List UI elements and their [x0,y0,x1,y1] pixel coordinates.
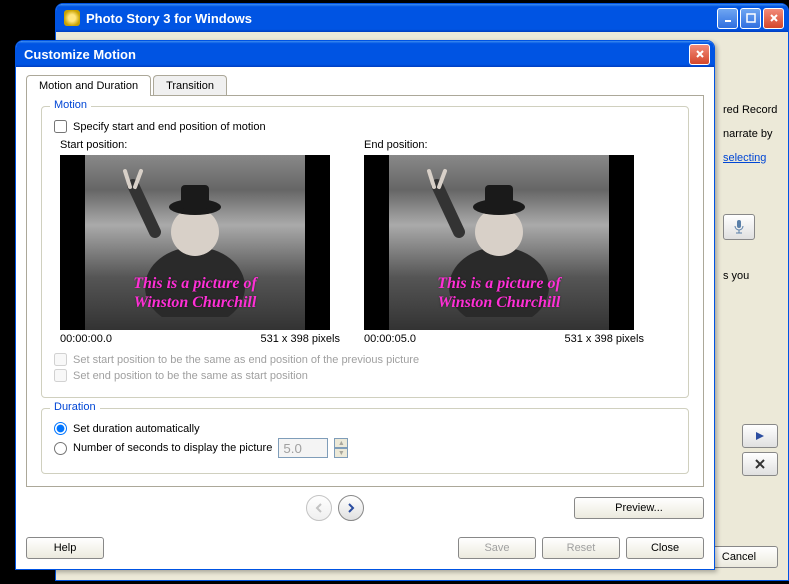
end-thumbnail: This is a picture of Winston Churchill [364,155,634,330]
prev-picture-button [306,495,332,521]
end-position-col: End position: [364,139,644,345]
specify-motion-label: Specify start and end position of motion [73,121,266,133]
tab-motion-duration[interactable]: Motion and Duration [26,75,151,96]
minimize-button[interactable] [717,8,738,29]
start-same-checkbox [54,353,67,366]
start-position-col: Start position: [60,139,340,345]
specify-motion-checkbox[interactable] [54,120,67,133]
help-button[interactable]: Help [26,537,104,559]
end-dims: 531 x 398 pixels [565,333,645,345]
duration-group-title: Duration [50,401,100,413]
photo-caption: This is a picture of Winston Churchill [389,275,609,312]
bg-next-button[interactable] [742,424,778,448]
duration-seconds-input [278,438,328,458]
tab-content: Motion Specify start and end position of… [26,95,704,487]
app-icon [64,10,80,26]
modal-close-button[interactable] [689,44,710,65]
end-same-checkbox [54,369,67,382]
chevron-left-icon [314,503,324,513]
modal-titlebar: Customize Motion [16,41,714,67]
save-button: Save [458,537,536,559]
bg-obscured-text: red Record narrate by selecting s you [723,104,778,294]
duration-group: Duration Set duration automatically Numb… [41,408,689,474]
end-time: 00:00:05.0 [364,333,416,345]
duration-seconds-radio[interactable] [54,442,67,455]
specify-motion-row: Specify start and end position of motion [54,120,676,133]
duration-auto-label: Set duration automatically [73,423,200,435]
end-same-row: Set end position to be the same as start… [54,369,676,382]
start-same-label: Set start position to be the same as end… [73,354,419,366]
maximize-button[interactable] [740,8,761,29]
start-same-row: Set start position to be the same as end… [54,353,676,366]
seconds-up-button: ▲ [334,438,348,448]
customize-motion-dialog: Customize Motion Motion and Duration Tra… [15,40,715,570]
end-same-label: Set end position to be the same as start… [73,370,308,382]
microphone-button[interactable] [723,214,755,240]
preview-button[interactable]: Preview... [574,497,704,519]
seconds-down-button: ▼ [334,448,348,458]
bg-delete-button[interactable] [742,452,778,476]
duration-seconds-label: Number of seconds to display the picture [73,442,272,454]
start-thumbnail: This is a picture of Winston Churchill [60,155,330,330]
end-position-label: End position: [364,139,644,151]
next-picture-button[interactable] [338,495,364,521]
motion-group-title: Motion [50,99,91,111]
tab-transition[interactable]: Transition [153,75,227,96]
start-dims: 531 x 398 pixels [261,333,341,345]
photo-caption: This is a picture of Winston Churchill [85,275,305,312]
close-button[interactable] [763,8,784,29]
reset-button: Reset [542,537,620,559]
start-position-label: Start position: [60,139,340,151]
selecting-link[interactable]: selecting [723,152,766,164]
parent-titlebar: Photo Story 3 for Windows [56,4,788,32]
start-time: 00:00:00.0 [60,333,112,345]
duration-auto-radio[interactable] [54,422,67,435]
tabs: Motion and Duration Transition [26,75,704,96]
parent-title: Photo Story 3 for Windows [84,11,717,26]
motion-group: Motion Specify start and end position of… [41,106,689,398]
modal-title: Customize Motion [24,47,689,62]
chevron-right-icon [346,503,356,513]
close-dialog-button[interactable]: Close [626,537,704,559]
